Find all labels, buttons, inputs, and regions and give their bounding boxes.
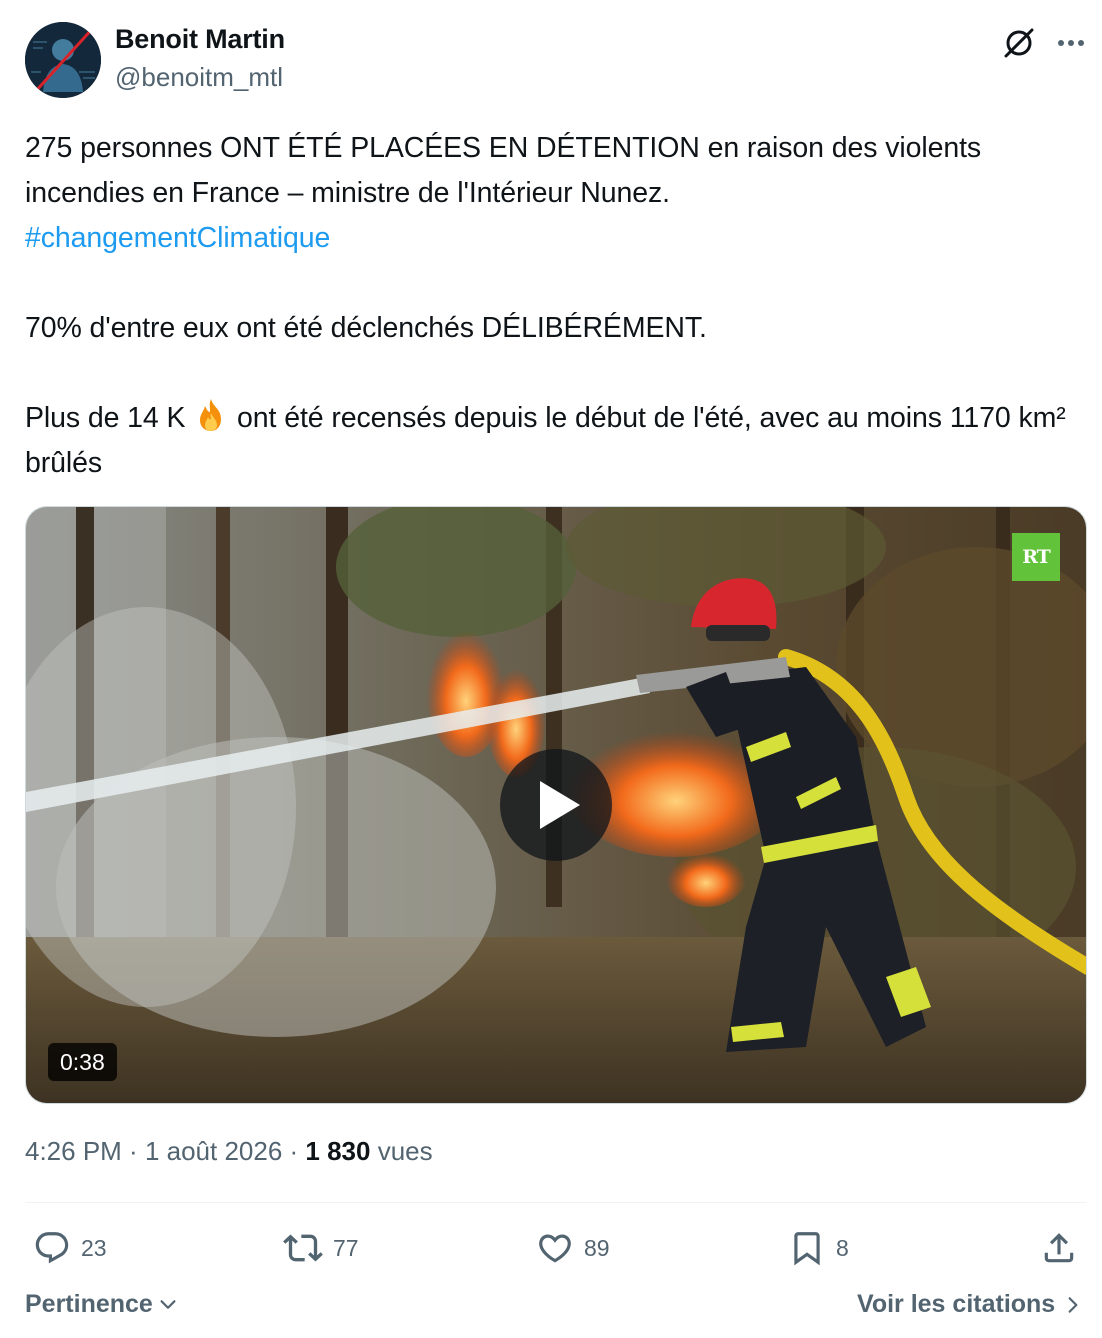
views-count: 1 830: [305, 1136, 371, 1166]
divider: [25, 1202, 1087, 1203]
tweet-text: 275 personnes ONT ÉTÉ PLACÉES EN DÉTENTI…: [25, 126, 1085, 486]
rt-watermark: RT: [1012, 533, 1060, 581]
grok-icon[interactable]: [1000, 24, 1038, 62]
sort-dropdown[interactable]: Pertinence: [25, 1290, 179, 1319]
reply-count: 23: [81, 1234, 107, 1261]
repost-icon: [283, 1234, 323, 1262]
author-handle[interactable]: @benoitm_mtl: [115, 62, 283, 93]
more-icon[interactable]: [1052, 24, 1090, 62]
reply-button[interactable]: 23: [33, 1226, 107, 1270]
tweet-meta: 4:26 PM · 1 août 2026 · 1 830 vues: [25, 1136, 433, 1166]
fire-emoji: [193, 397, 229, 433]
repost-count: 77: [333, 1234, 359, 1261]
share-button[interactable]: [1040, 1226, 1078, 1270]
tweet-line-3: Plus de 14 K ont été recensés depuis le …: [25, 396, 1085, 486]
view-quotes-label: Voir les citations: [857, 1290, 1056, 1318]
play-icon: [540, 781, 580, 829]
tweet-line-1: 275 personnes ONT ÉTÉ PLACÉES EN DÉTENTI…: [25, 132, 982, 209]
views-label: vues: [370, 1136, 433, 1166]
chevron-right-icon: [1068, 1296, 1078, 1313]
video-player[interactable]: RT 0:38: [25, 506, 1087, 1104]
video-duration: 0:38: [48, 1043, 117, 1081]
author-name[interactable]: Benoit Martin: [115, 24, 285, 55]
share-icon: [1044, 1233, 1074, 1263]
tweet-time[interactable]: 4:26 PM: [25, 1136, 122, 1166]
like-button[interactable]: 89: [536, 1226, 610, 1270]
chevron-down-icon: [160, 1299, 176, 1309]
bookmark-count: 8: [836, 1234, 849, 1261]
reply-icon: [35, 1232, 69, 1264]
repost-button[interactable]: 77: [283, 1226, 359, 1270]
like-count: 89: [584, 1234, 610, 1261]
like-icon: [539, 1234, 571, 1263]
hashtag-link[interactable]: #changementClimatique: [25, 222, 330, 254]
tweet-line-2: 70% d'entre eux ont été déclenchés DÉLIB…: [25, 312, 707, 344]
bookmark-button[interactable]: 8: [788, 1226, 849, 1270]
view-quotes-link[interactable]: Voir les citations: [857, 1290, 1083, 1319]
sort-label: Pertinence: [25, 1290, 153, 1318]
tweet-line-3-start: Plus de 14 K: [25, 402, 194, 434]
avatar[interactable]: [25, 22, 101, 98]
tweet-date[interactable]: 1 août 2026: [145, 1136, 282, 1166]
play-button[interactable]: [500, 749, 612, 861]
bookmark-icon: [794, 1232, 820, 1266]
